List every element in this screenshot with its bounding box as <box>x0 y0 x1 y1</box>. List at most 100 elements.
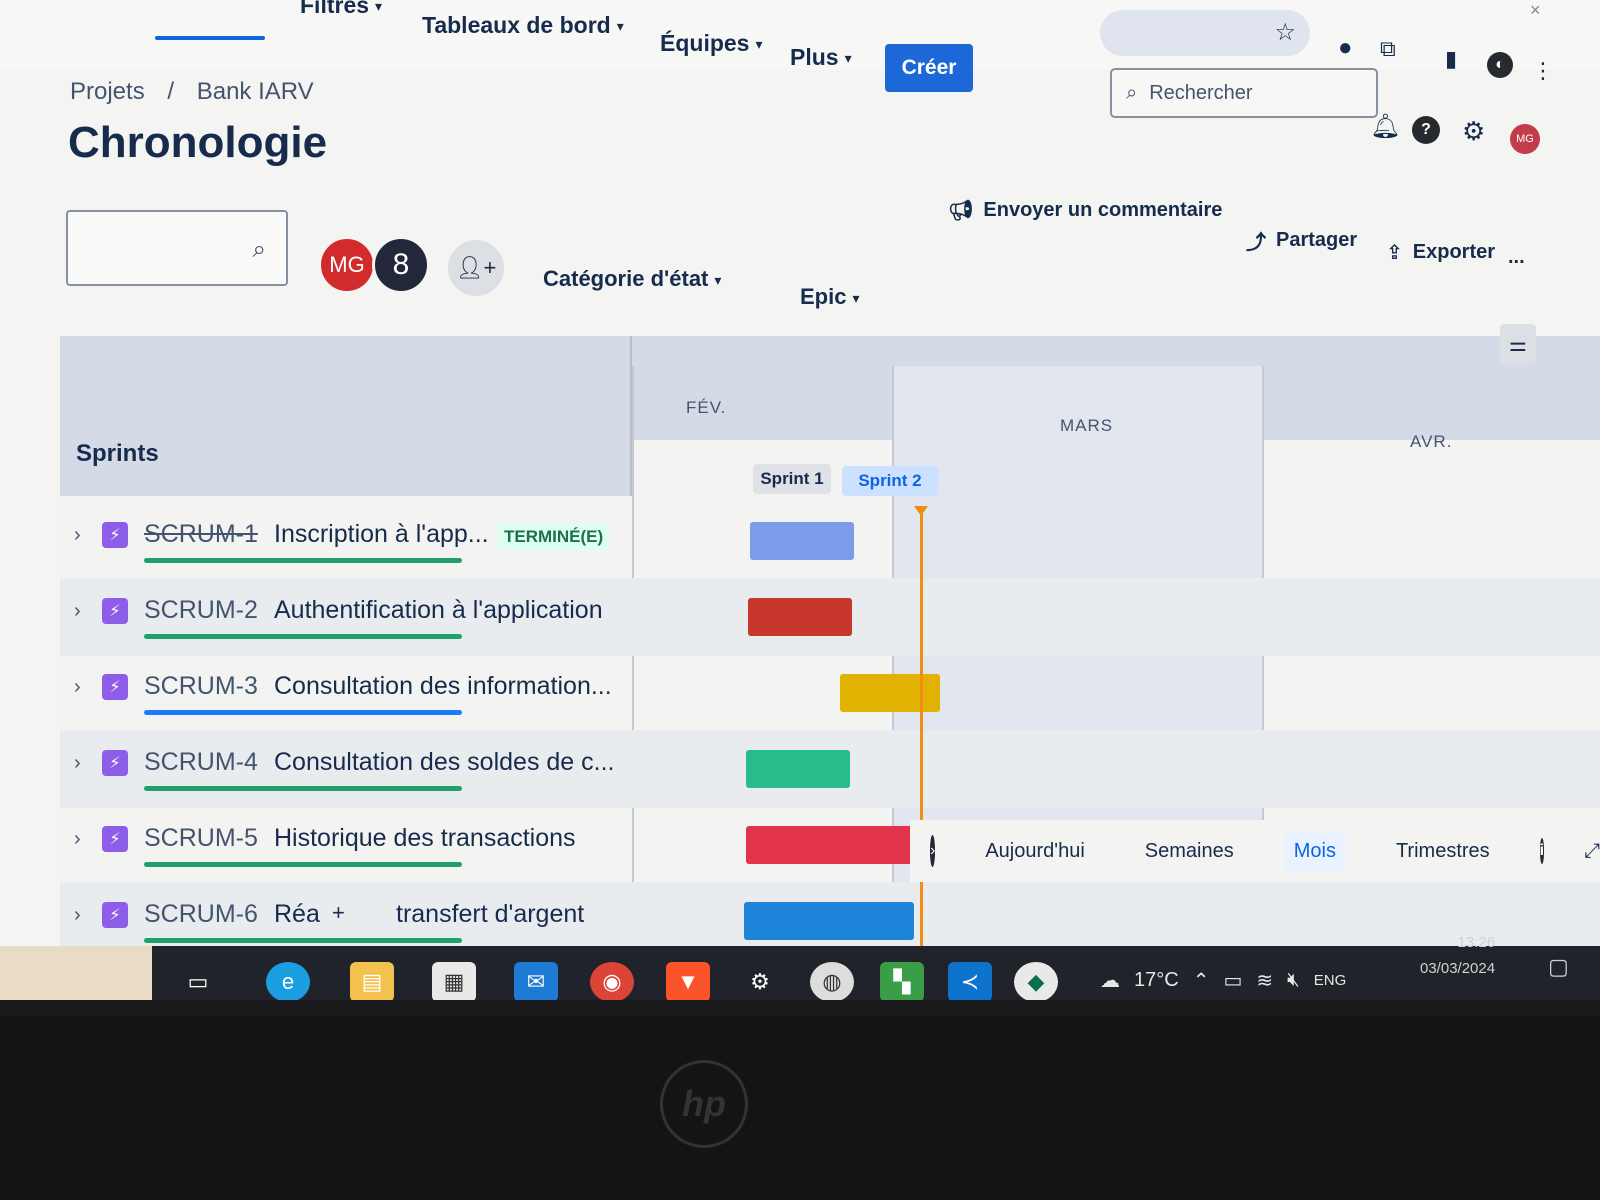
issue-title[interactable]: Réa <box>274 900 320 929</box>
view-settings-button[interactable]: ⚌ <box>1500 324 1536 364</box>
laptop-bezel <box>0 1016 1600 1200</box>
breadcrumb-projects[interactable]: Projets <box>70 78 145 105</box>
browser-address-bar[interactable]: ☆ <box>1100 10 1310 56</box>
app-icon[interactable]: ▚ <box>880 962 924 1000</box>
timeline-bar[interactable] <box>840 674 940 712</box>
issue-key[interactable]: SCRUM-6 <box>144 900 258 929</box>
notifications-icon[interactable]: ▢ <box>1548 954 1569 980</box>
mail-icon[interactable]: ✉ <box>514 962 558 1000</box>
breadcrumb-project[interactable]: Bank IARV <box>197 78 314 105</box>
weather-icon[interactable]: ☁ <box>1100 968 1120 993</box>
issue-title[interactable]: Inscription à l'app... <box>274 520 489 549</box>
app-icon[interactable]: ◍ <box>810 962 854 1000</box>
timeline-row[interactable]: › ⚡︎ SCRUM-1 Inscription à l'app... TERM… <box>60 502 1600 580</box>
sprint-chip[interactable]: Sprint 2 <box>842 466 938 496</box>
view-quarters[interactable]: Trimestres <box>1386 832 1500 871</box>
avatar[interactable]: MG <box>1510 124 1540 154</box>
weather-temperature[interactable]: 17°C <box>1134 969 1179 992</box>
sprint-chip[interactable]: Sprint 1 <box>753 464 831 494</box>
avatar-mg[interactable]: MG <box>318 236 376 294</box>
share-button[interactable]: ⤴ Partager <box>1246 226 1357 255</box>
issue-key[interactable]: SCRUM-1 <box>144 520 258 549</box>
kebab-menu-icon[interactable]: ⋮ <box>1532 58 1554 84</box>
chevron-right-icon[interactable]: › <box>74 904 81 927</box>
more-actions-button[interactable]: ... <box>1508 246 1525 269</box>
nav-filters[interactable]: Filtres ▾ <box>300 0 382 19</box>
timeline-row[interactable]: › ⚡︎ SCRUM-4 Consultation des soldes de … <box>60 730 1600 808</box>
chevron-right-icon[interactable]: › <box>930 835 936 867</box>
chevron-right-icon[interactable]: › <box>74 600 81 623</box>
issue-title[interactable]: Consultation des soldes de c... <box>274 748 614 777</box>
close-window-icon[interactable]: × <box>1530 0 1541 21</box>
nav-dashboards[interactable]: Tableaux de bord ▾ <box>422 12 624 39</box>
view-today[interactable]: Aujourd'hui <box>975 832 1094 871</box>
info-icon[interactable]: i <box>1539 838 1545 864</box>
chrome-icon[interactable]: ◉ <box>590 962 634 1000</box>
create-button[interactable]: Créer <box>885 44 973 92</box>
issue-title[interactable]: Historique des transactions <box>274 824 576 853</box>
sprints-column-title: Sprints <box>76 440 159 467</box>
puzzle-icon[interactable]: ⧉ <box>1380 36 1396 62</box>
month-apr: AVR. <box>1410 432 1453 451</box>
chevron-right-icon[interactable]: › <box>74 676 81 699</box>
sidepanel-icon[interactable]: ▮ <box>1445 46 1457 72</box>
app-icon[interactable]: ◆ <box>1014 962 1058 1000</box>
desktop-widget[interactable] <box>0 946 152 1000</box>
avatar-user[interactable]: 8 <box>372 236 430 294</box>
add-people-button[interactable]: 👤︎+ <box>448 240 504 296</box>
star-icon[interactable]: ☆ <box>1274 18 1296 47</box>
nav-more[interactable]: Plus ▾ <box>790 44 852 71</box>
nav-teams-label: Équipes <box>660 30 750 56</box>
timeline-row[interactable]: › ⚡︎ SCRUM-3 Consultation des informatio… <box>60 654 1600 732</box>
chevron-up-icon[interactable]: ⌃ <box>1193 968 1210 993</box>
task-view-icon[interactable]: ▭ <box>176 962 220 1000</box>
issue-title[interactable]: Authentification à l'application <box>274 596 603 625</box>
battery-icon[interactable]: ▭ <box>1223 968 1242 993</box>
chevron-down-icon: ▾ <box>755 36 763 53</box>
gear-icon[interactable]: ⚙ <box>1462 116 1485 147</box>
nav-teams[interactable]: Équipes ▾ <box>660 30 763 57</box>
today-marker <box>914 506 928 516</box>
help-icon[interactable]: ? <box>1412 116 1440 144</box>
expand-icon[interactable]: ⤢ <box>1584 840 1600 863</box>
file-explorer-icon[interactable]: ▤ <box>350 962 394 1000</box>
timeline-bar[interactable] <box>744 902 914 940</box>
volume-muted-icon[interactable]: 🔇︎ <box>1287 969 1300 992</box>
timeline-bar[interactable] <box>746 750 850 788</box>
issue-key[interactable]: SCRUM-3 <box>144 672 258 701</box>
chevron-right-icon[interactable]: › <box>74 752 81 775</box>
chevron-right-icon[interactable]: › <box>74 828 81 851</box>
edge-icon[interactable]: e <box>266 962 310 1000</box>
notifications-icon[interactable]: 🔔︎ <box>1370 112 1400 141</box>
timeline-bar[interactable] <box>750 522 854 560</box>
brave-icon[interactable]: ▼ <box>666 962 710 1000</box>
view-months[interactable]: Mois <box>1283 831 1346 871</box>
issue-key[interactable]: SCRUM-4 <box>144 748 258 777</box>
vscode-icon[interactable]: ≺ <box>948 962 992 1000</box>
store-icon[interactable]: ▦ <box>432 962 476 1000</box>
chevron-right-icon[interactable]: › <box>74 524 81 547</box>
profile-icon[interactable]: ◐ <box>1487 52 1513 78</box>
global-search[interactable]: ⌕ Rechercher <box>1110 68 1378 118</box>
language-indicator[interactable]: ENG <box>1314 972 1347 989</box>
timeline-bar[interactable] <box>748 598 852 636</box>
clock[interactable]: 13:26 03/03/2024 <box>1420 930 1495 982</box>
extension-icon[interactable]: ● <box>1338 34 1353 62</box>
view-weeks[interactable]: Semaines <box>1135 832 1244 871</box>
feedback-button[interactable]: 📢︎ Envoyer un commentaire <box>948 198 1222 223</box>
add-icon[interactable]: + <box>332 900 345 926</box>
timeline-row[interactable]: › ⚡︎ SCRUM-2 Authentification à l'applic… <box>60 578 1600 656</box>
issue-key[interactable]: SCRUM-2 <box>144 596 258 625</box>
settings-icon[interactable]: ⚙ <box>738 962 782 1000</box>
epic-filter[interactable]: Epic ▾ <box>800 284 860 310</box>
issue-title-tail[interactable]: transfert d'argent <box>396 900 584 929</box>
issue-title[interactable]: Consultation des information... <box>274 672 612 701</box>
issue-key[interactable]: SCRUM-5 <box>144 824 258 853</box>
windows-taskbar <box>0 946 1600 1000</box>
progress-bar <box>144 710 462 715</box>
export-button[interactable]: ⇪ Exporter <box>1386 240 1495 265</box>
month-mar: MARS <box>1060 416 1114 435</box>
issue-search-input[interactable]: ⌕ <box>66 210 288 286</box>
status-category-filter[interactable]: Catégorie d'état ▾ <box>543 266 721 292</box>
wifi-icon[interactable]: ≋ <box>1256 968 1273 993</box>
